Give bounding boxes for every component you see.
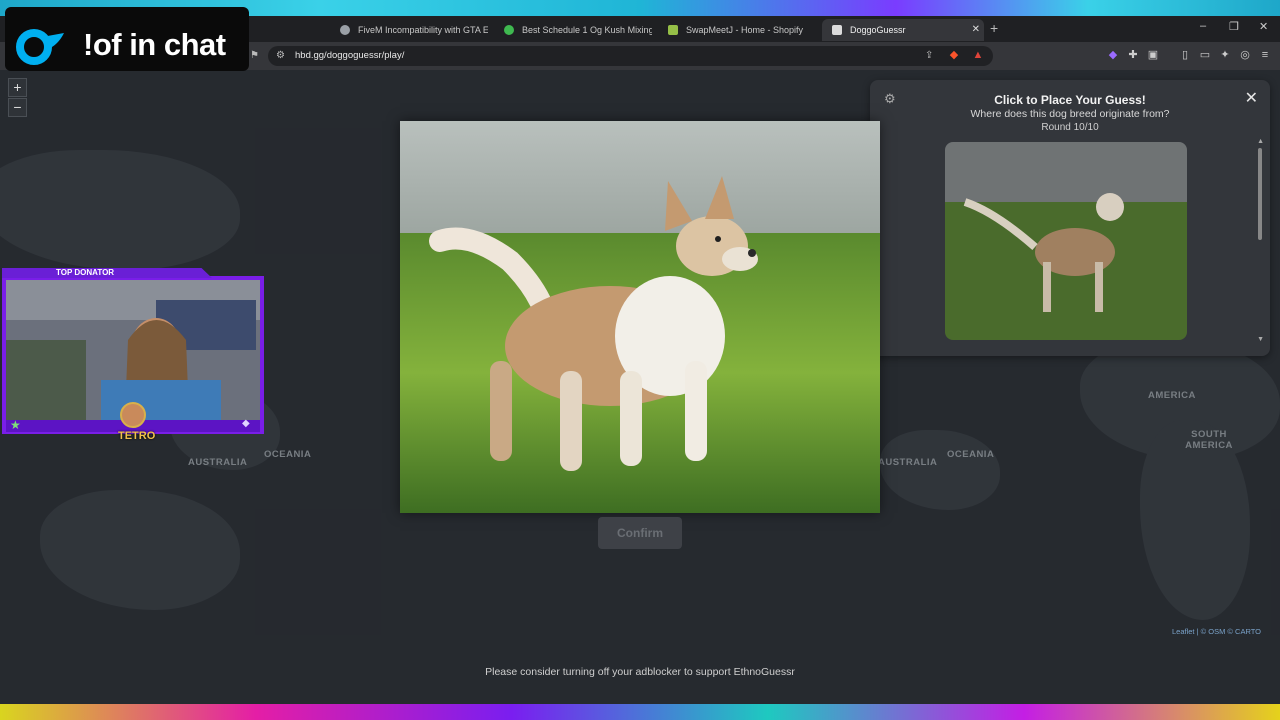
tab-label: DoggoGuessr (850, 25, 906, 35)
tab-shopify[interactable]: SwapMeetJ - Home - Shopify (658, 19, 818, 41)
star-icon: ★ (10, 418, 21, 432)
avatar (120, 402, 146, 428)
extensions-icon[interactable]: ✚ (1127, 49, 1139, 61)
tab-fivem[interactable]: FiveM Incompatibility with GTA Enhar (330, 19, 488, 41)
bookmark-icon[interactable]: ⚑ (250, 50, 259, 61)
leo-ai-icon[interactable]: ✦ (1219, 49, 1231, 61)
menu-icon[interactable]: ≡ (1259, 49, 1271, 61)
panel-scrollbar[interactable] (1258, 148, 1262, 240)
streamer-name: TETRO (118, 430, 156, 442)
top-donator-label: TOP DONATOR (2, 268, 212, 278)
close-tab-icon[interactable]: ✕ (972, 19, 980, 41)
new-tab-button[interactable]: + (990, 20, 998, 36)
zoom-in-button[interactable]: + (8, 78, 27, 97)
map-attribution[interactable]: Leaflet | © OSM © CARTO (1172, 627, 1261, 636)
scroll-down-icon[interactable]: ▼ (1257, 336, 1264, 343)
extension-gem-icon[interactable]: ◆ (1107, 49, 1119, 61)
share-icon[interactable]: ⇪ (925, 50, 933, 61)
scroll-up-icon[interactable]: ▲ (1257, 138, 1264, 145)
tab-favicon-icon (832, 25, 842, 35)
wallet2-icon[interactable]: ▭ (1199, 49, 1211, 61)
vpn-icon[interactable]: ◎ (1239, 49, 1251, 61)
stream-frame-bottom (0, 704, 1280, 720)
tab-schedule[interactable]: Best Schedule 1 Og Kush Mixing Rec (494, 19, 652, 41)
gem-icon: ◆ (242, 418, 250, 429)
dog-thumbnail[interactable] (945, 142, 1187, 340)
confirm-button[interactable]: Confirm (598, 517, 682, 549)
dog-photo[interactable] (400, 121, 880, 513)
panel-title: Click to Place Your Guess! (994, 93, 1146, 107)
maximize-icon[interactable]: ❐ (1229, 20, 1239, 33)
zoom-out-button[interactable]: − (8, 98, 27, 117)
url-text[interactable]: hbd.gg/doggoguessr/play/ (295, 50, 404, 61)
tab-label: Best Schedule 1 Og Kush Mixing Rec (522, 25, 652, 35)
wallet-icon[interactable]: ▣ (1147, 49, 1159, 61)
stream-brand-banner: !of in chat (5, 7, 249, 71)
site-info-icon[interactable]: ⚙ (276, 50, 285, 61)
close-window-icon[interactable]: ✕ (1259, 20, 1268, 33)
tab-label: SwapMeetJ - Home - Shopify (686, 25, 804, 35)
rewards-icon[interactable]: ▲ (972, 49, 984, 61)
panel-subtitle: Where does this dog breed originate from… (970, 108, 1170, 120)
onlyfans-logo-icon (14, 19, 68, 71)
tab-label: FiveM Incompatibility with GTA Enhar (358, 25, 488, 35)
guess-panel: ⚙ ✕ Click to Place Your Guess! Where doe… (870, 80, 1270, 356)
adblock-notice: Please consider turning off your adblock… (485, 666, 795, 678)
tab-favicon-icon (504, 25, 514, 35)
brand-text: !of in chat (83, 27, 226, 62)
tab-favicon-icon (340, 25, 350, 35)
minimize-icon[interactable]: – (1200, 20, 1206, 32)
round-indicator: Round 10/10 (1041, 122, 1099, 133)
webcam-overlay: TOP DONATOR ★ ◆ TETRO (2, 268, 264, 442)
tab-doggoguessr[interactable]: DoggoGuessr ✕ (822, 19, 984, 41)
shopify-icon (668, 25, 678, 35)
brave-shield-icon[interactable]: ◆ (948, 49, 960, 61)
sidebar-icon[interactable]: ▯ (1179, 49, 1191, 61)
